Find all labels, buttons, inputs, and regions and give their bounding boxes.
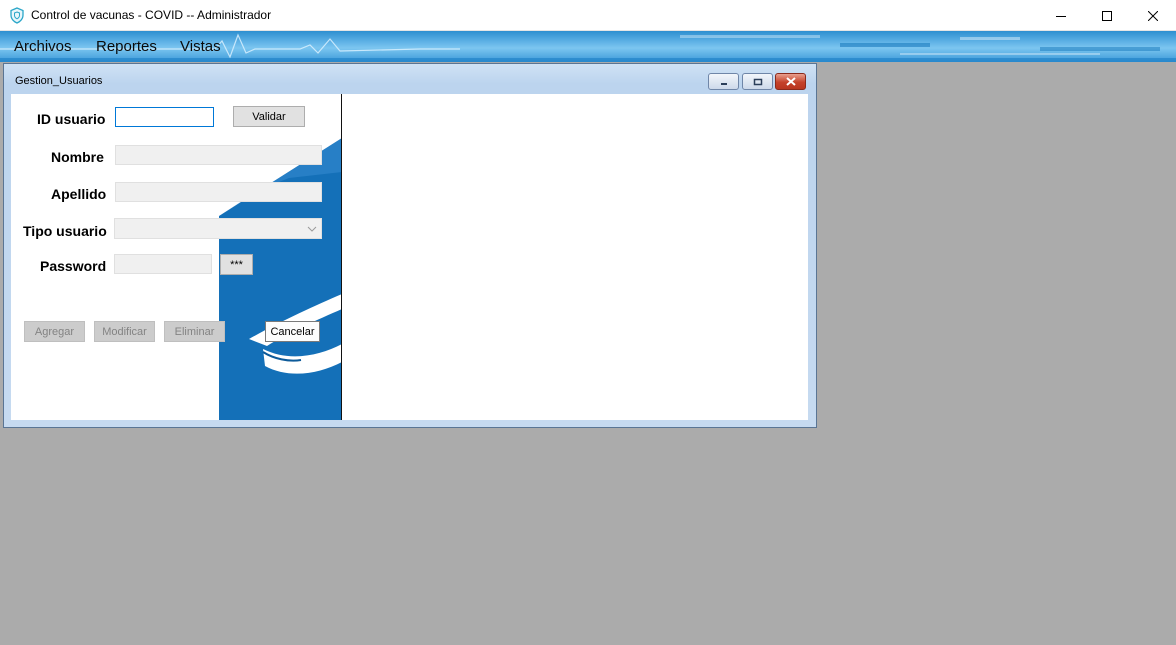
panel-divider [341, 94, 342, 420]
child-close-button[interactable] [775, 73, 806, 90]
child-restore-button[interactable] [742, 73, 773, 90]
apellido-label: Apellido [51, 186, 107, 202]
validar-button[interactable]: Validar [233, 106, 305, 127]
menu-bar: Archivos Reportes Vistas [0, 31, 1176, 62]
cancelar-button[interactable]: Cancelar [265, 321, 320, 342]
child-minimize-button[interactable] [708, 73, 739, 90]
apellido-input[interactable] [115, 182, 322, 202]
banner-heartbeat-graphic [0, 33, 1176, 62]
window-title: Control de vacunas - COVID -- Administra… [31, 8, 272, 22]
form-client-area: ID usuario Nombre Apellido Tipo usuario … [11, 94, 808, 420]
close-button[interactable] [1130, 0, 1176, 31]
app-title-bar: Control de vacunas - COVID -- Administra… [0, 0, 1176, 31]
chevron-down-icon [303, 219, 321, 238]
id-usuario-input[interactable] [115, 107, 214, 127]
menu-vistas[interactable]: Vistas [180, 38, 221, 55]
minimize-button[interactable] [1038, 0, 1084, 31]
maximize-button[interactable] [1084, 0, 1130, 31]
minimize-icon [1056, 15, 1066, 17]
nombre-input[interactable] [115, 145, 322, 165]
modificar-button[interactable]: Modificar [94, 321, 155, 342]
password-label: Password [40, 258, 107, 274]
menu-archivos[interactable]: Archivos [14, 38, 72, 55]
child-window-title: Gestion_Usuarios [15, 75, 103, 87]
show-password-button[interactable]: *** [220, 254, 253, 275]
gestion-usuarios-window: Gestion_Usuarios ID usuario Nombre Apell… [3, 63, 817, 428]
eliminar-button[interactable]: Eliminar [164, 321, 225, 342]
tipo-usuario-label: Tipo usuario [23, 223, 107, 239]
tipo-usuario-select[interactable] [114, 218, 322, 239]
nombre-label: Nombre [51, 149, 104, 165]
agregar-button[interactable]: Agregar [24, 321, 85, 342]
restore-icon [753, 78, 762, 85]
maximize-icon [1102, 10, 1112, 21]
password-input[interactable] [114, 254, 212, 274]
close-icon [785, 77, 796, 86]
minimize-icon [720, 82, 727, 85]
close-icon [1148, 10, 1158, 21]
shield-icon [10, 7, 24, 24]
id-usuario-label: ID usuario [37, 111, 106, 127]
menu-reportes[interactable]: Reportes [96, 38, 157, 55]
